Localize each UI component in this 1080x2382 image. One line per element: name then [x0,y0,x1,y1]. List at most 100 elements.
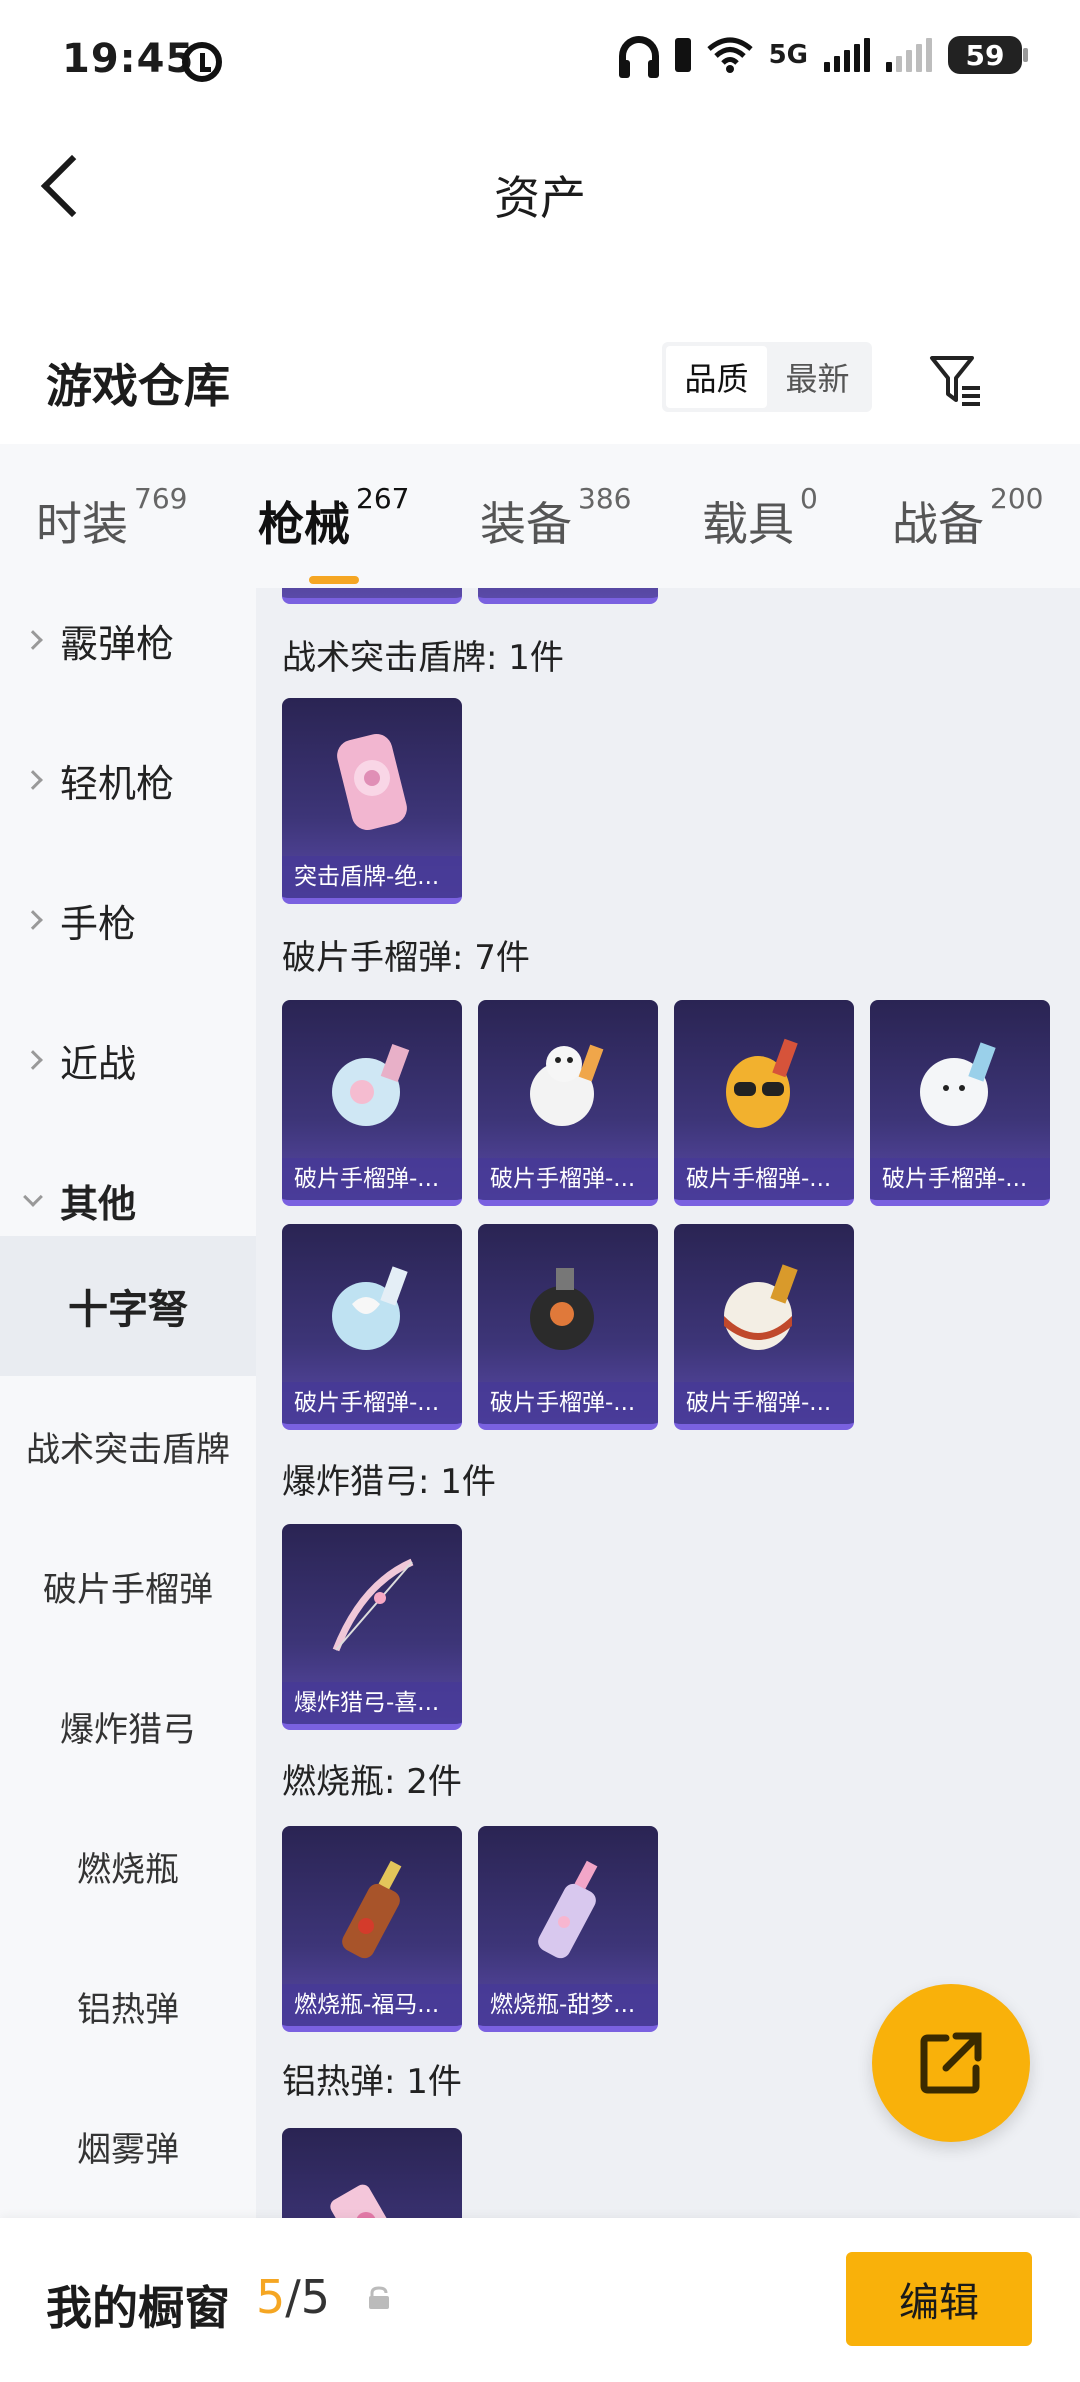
item-caption: 破片手榴弹-... [478,1158,658,1200]
accessory-battery-icon [674,38,691,72]
item-caption: 燃烧瓶-甜梦... [478,1984,658,2026]
tab-label: 枪械 [258,497,350,551]
tab-count: 267 [356,482,410,515]
status-bar: 19:45 5G 59 [0,0,1080,120]
showcase-bar: 我的橱窗 5/5 编辑 [0,2218,1080,2382]
top-bar: 资产 [0,120,1080,260]
sort-quality-button[interactable]: 品质 [666,346,767,408]
network-type: 5G [768,40,808,70]
sidebar-sub-frag[interactable]: 破片手榴弹 [0,1516,256,1656]
tab-fashion[interactable]: 时装 769 [36,482,187,554]
status-time: 19:45 [62,36,195,82]
lock-icon [369,2286,389,2309]
chevron-right-icon [23,1050,43,1070]
chevron-right-icon [23,630,43,650]
tab-count: 0 [800,482,818,515]
sidebar-item-shotgun[interactable]: 霰弹枪 [0,588,256,710]
sidebar-item-melee[interactable]: 近战 [0,990,256,1130]
tab-supplies[interactable]: 战备 200 [892,482,1043,554]
item-card[interactable]: 破片手榴弹-... [870,1000,1050,1206]
wifi-icon [706,37,753,73]
item-card[interactable]: 破片手榴弹-... [282,1224,462,1430]
sort-newest-button[interactable]: 最新 [767,346,868,408]
group-label: 铝热弹: 1件 [282,2062,462,2102]
sidebar-sub-molotov[interactable]: 燃烧瓶 [0,1796,256,1936]
signal-icon [824,38,870,72]
tab-label: 战备 [892,497,984,551]
grenade-item-icon [530,1044,604,1126]
section-title: 游戏仓库 [46,359,230,413]
section-header: 游戏仓库 品质 最新 [0,320,1080,440]
item-caption: 突击盾牌-绝... [282,856,462,898]
sidebar-item-crossbow[interactable]: 十字弩 [0,1236,256,1376]
grenade-item-icon [726,1038,798,1128]
item-card[interactable] [282,588,462,604]
shield-item-icon [337,733,407,831]
item-card[interactable]: 破片手榴弹-... [478,1000,658,1206]
grenade-item-icon [920,1042,996,1126]
tab-vehicles[interactable]: 载具 0 [702,482,818,554]
grenade-item-icon [332,1266,408,1350]
alarm-icon [182,42,222,82]
item-caption: 破片手榴弹-... [870,1158,1050,1200]
item-card[interactable]: 破片手榴弹-... [282,1000,462,1206]
sidebar-item-label: 手枪 [60,901,137,946]
showcase-title: 我的橱窗 [46,2281,230,2335]
tab-equipment[interactable]: 装备 386 [480,482,631,554]
sidebar-item-pistol[interactable]: 手枪 [0,850,256,990]
chevron-down-icon [23,1187,43,1207]
sidebar-sub-bow[interactable]: 爆炸猎弓 [0,1656,256,1796]
thermite-item-icon [330,2184,398,2218]
group-label: 战术突击盾牌: 1件 [282,638,564,678]
item-caption: 破片手榴弹-... [478,1382,658,1424]
share-icon [920,2032,982,2094]
sidebar-item-lmg[interactable]: 轻机枪 [0,710,256,850]
group-label: 破片手榴弹: 7件 [282,938,530,978]
share-button[interactable] [872,1984,1030,2142]
showcase-current: 5 [256,2270,286,2324]
sidebar-sub-shield[interactable]: 战术突击盾牌 [0,1376,256,1516]
item-caption: 爆炸猎弓-喜... [282,1682,462,1724]
tab-count: 769 [134,482,188,515]
tab-label: 时装 [36,497,128,551]
tab-guns[interactable]: 枪械 267 [258,482,409,584]
sidebar-item-label: 其他 [60,1181,137,1226]
filter-icon[interactable] [928,352,984,408]
showcase-total: /5 [285,2270,331,2324]
sidebar-sub-smoke[interactable]: 烟雾弹 [0,2076,256,2216]
sidebar-item-label: 近战 [60,1041,137,1086]
edit-button[interactable]: 编辑 [846,2252,1032,2346]
item-grid: 战术突击盾牌: 1件 突击盾牌-绝... 破片手榴弹: 7件 破片手榴弹-...… [256,588,1080,2218]
tab-count: 200 [990,482,1044,515]
item-card[interactable]: 破片手榴弹-... [674,1224,854,1430]
group-label: 爆炸猎弓: 1件 [282,1462,496,1502]
molotov-item-icon [342,1860,402,1959]
showcase-count: 5/5 [256,2270,330,2324]
battery-level: 59 [965,38,1005,72]
grenade-item-icon [332,1043,410,1126]
item-caption: 破片手榴弹-... [282,1158,462,1200]
item-card[interactable]: 燃烧瓶-福马... [282,1826,462,2032]
item-card[interactable] [478,588,658,604]
item-caption: 破片手榴弹-... [674,1158,854,1200]
tab-label: 载具 [702,497,794,551]
battery-icon: 59 [948,36,1028,74]
item-caption: 破片手榴弹-... [674,1382,854,1424]
item-card[interactable]: 破片手榴弹-... [478,1224,658,1430]
molotov-item-icon [538,1860,598,1959]
grenade-item-icon [530,1268,594,1350]
item-card[interactable]: 爆炸猎弓-喜... [282,1524,462,1730]
item-card[interactable]: 突击盾牌-绝... [282,698,462,904]
group-label: 燃烧瓶: 2件 [282,1762,462,1802]
tab-label: 装备 [480,497,572,551]
status-icons: 5G 59 [618,36,1028,78]
chevron-right-icon [23,910,43,930]
item-card[interactable]: 破片手榴弹-... [674,1000,854,1206]
page-title: 资产 [494,171,586,225]
sidebar-sub-thermite[interactable]: 铝热弹 [0,1936,256,2076]
tab-count: 386 [578,482,632,515]
active-tab-indicator [308,576,359,584]
sidebar: 霰弹枪 轻机枪 手枪 近战 其他 十字弩 战术突击盾牌 破片手榴弹 爆炸猎弓 燃… [0,588,256,2218]
item-card[interactable]: 燃烧瓶-甜梦... [478,1826,658,2032]
item-card[interactable] [282,2128,462,2218]
